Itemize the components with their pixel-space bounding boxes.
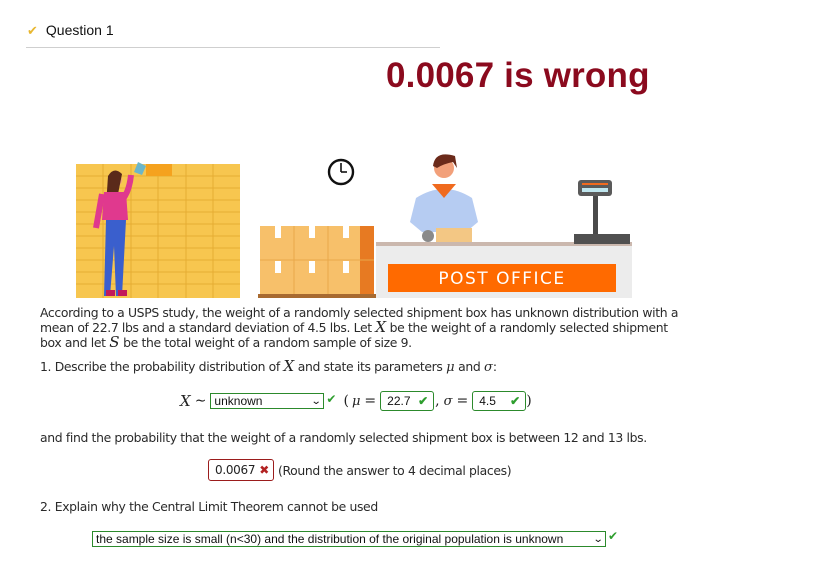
problem-line-3: box and let S be the total weight of a r…: [40, 333, 412, 351]
probability-input[interactable]: 0.0067 ✖: [208, 459, 274, 481]
open-paren: (: [343, 393, 349, 409]
equals-sign: =: [364, 393, 377, 409]
sigma-symbol: σ: [443, 393, 453, 409]
counter: POST OFFICE: [376, 242, 632, 298]
probability-answer-row: 0.0067 ✖ (Round the answer to 4 decimal …: [208, 459, 512, 481]
variable-x: X: [180, 392, 191, 410]
verdict-banner: 0.0067 is wrong: [386, 56, 650, 95]
correct-check-icon: ✔: [510, 394, 521, 408]
distribution-select[interactable]: unknown ⌄: [210, 393, 325, 409]
probability-prompt: and find the probability that the weight…: [40, 430, 647, 445]
mu-input-value: 22.7: [387, 394, 411, 408]
cardboard-boxes: [258, 226, 378, 298]
incorrect-x-icon: ✖: [259, 463, 269, 477]
correct-check-icon: ✔: [326, 392, 337, 406]
problem-line-1: According to a USPS study, the weight of…: [40, 305, 679, 320]
equals-sign: =: [456, 393, 469, 409]
probability-input-value: 0.0067: [215, 463, 256, 477]
scale-icon: [574, 180, 630, 244]
correct-check-icon: ✔: [608, 529, 619, 543]
part1-prompt: 1. Describe the probability distribution…: [40, 357, 497, 375]
answered-checkmark-icon: ✔: [27, 22, 38, 38]
postal-clerk: [410, 154, 478, 244]
clt-reason-select[interactable]: the sample size is small (n<30) and the …: [92, 531, 606, 547]
distribution-answer-row: X ∼ unknown ⌄ ✔ ( μ = 22.7 ✔ , σ = 4.5 ✔…: [180, 390, 532, 412]
mu-symbol: μ: [351, 393, 361, 409]
wall-clock-icon: [327, 158, 355, 186]
post-office-illustration: POST OFFICE: [76, 154, 632, 298]
mu-input[interactable]: 22.7 ✔: [380, 391, 435, 411]
question-header: ✔ Question 1: [27, 20, 114, 40]
distribution-select-value: unknown: [214, 394, 263, 408]
problem-statement: According to a USPS study, the weight of…: [40, 306, 680, 350]
comma: ,: [435, 393, 440, 409]
header-divider: [26, 47, 440, 48]
post-office-sign: POST OFFICE: [438, 269, 565, 289]
mu-symbol: μ: [446, 360, 455, 375]
correct-check-icon: ✔: [418, 394, 429, 408]
close-paren: ): [526, 393, 532, 409]
question-title: Question 1: [45, 22, 114, 38]
sigma-symbol: σ: [484, 360, 493, 375]
problem-line-2: mean of 22.7 lbs and a standard deviatio…: [40, 318, 668, 336]
chevron-down-icon: ⌄: [592, 533, 604, 545]
rounding-hint: (Round the answer to 4 decimal places): [277, 462, 512, 478]
sigma-input[interactable]: 4.5 ✔: [472, 391, 527, 411]
clt-answer-row: the sample size is small (n<30) and the …: [92, 529, 618, 549]
sigma-input-value: 4.5: [479, 394, 496, 408]
variable-x: X: [283, 357, 295, 375]
variable-x: X: [375, 318, 387, 336]
chevron-down-icon: ⌄: [310, 395, 322, 407]
variable-s: S: [109, 333, 120, 351]
tilde-symbol: ∼: [194, 393, 207, 409]
clt-reason-select-value: the sample size is small (n<30) and the …: [96, 532, 564, 546]
mailboxes-wall: [76, 164, 240, 298]
part2-prompt: 2. Explain why the Central Limit Theorem…: [40, 499, 378, 514]
